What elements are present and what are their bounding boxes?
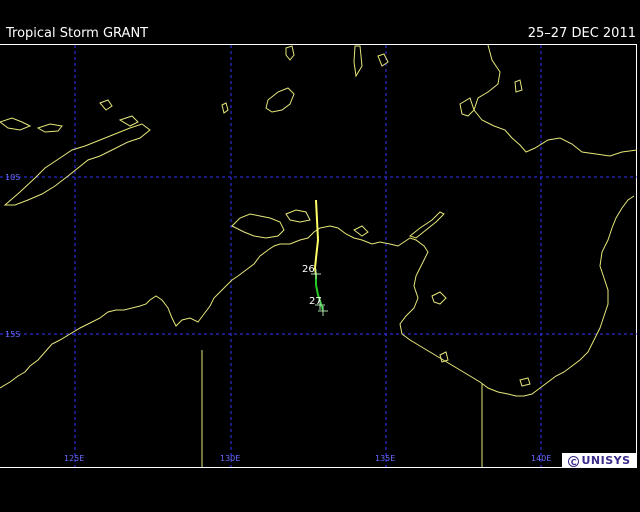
timor-coast [3, 123, 151, 206]
track-label-27: 27 [309, 296, 322, 307]
new-guinea-inlet [514, 79, 523, 93]
island-coast-4 [221, 102, 229, 114]
new-guinea-south-coast [459, 97, 475, 117]
island-coast-3 [118, 115, 139, 127]
graticule [0, 45, 637, 467]
track-map: 26 27 10S 15S 125E 130E 135E 140E [0, 44, 638, 467]
lon-label-130e: 130E [220, 454, 240, 463]
lon-label-140e: 140E [531, 454, 551, 463]
bathurst-island-coast [285, 209, 311, 223]
storm-track [313, 199, 324, 311]
island-coast-2 [99, 99, 113, 111]
melville-island-coast [231, 213, 285, 239]
island-coast-5 [285, 45, 295, 61]
lat-label-10s: 10S [5, 173, 20, 182]
copyright-icon: C [568, 455, 580, 467]
track-tropical-storm [313, 199, 320, 276]
lon-label-135e: 135E [375, 454, 395, 463]
logo-text: UNISYS [581, 454, 631, 467]
island-coast-1 [36, 123, 63, 133]
groote-eylandt-coast [431, 291, 447, 305]
lon-label-125e: 125E [64, 454, 84, 463]
island-coast-6 [353, 45, 363, 78]
track-label-26: 26 [302, 264, 315, 275]
wessel-coast [408, 211, 445, 239]
wetar-coast [0, 117, 32, 131]
tanimbar-coast [265, 87, 295, 113]
unisys-logo: C UNISYS [562, 453, 637, 468]
cape-york-island [519, 377, 531, 387]
lat-label-15s: 15S [5, 330, 20, 339]
new-guinea-coast [473, 44, 638, 157]
cobourg-coast [353, 225, 369, 237]
track-markers [311, 269, 328, 316]
